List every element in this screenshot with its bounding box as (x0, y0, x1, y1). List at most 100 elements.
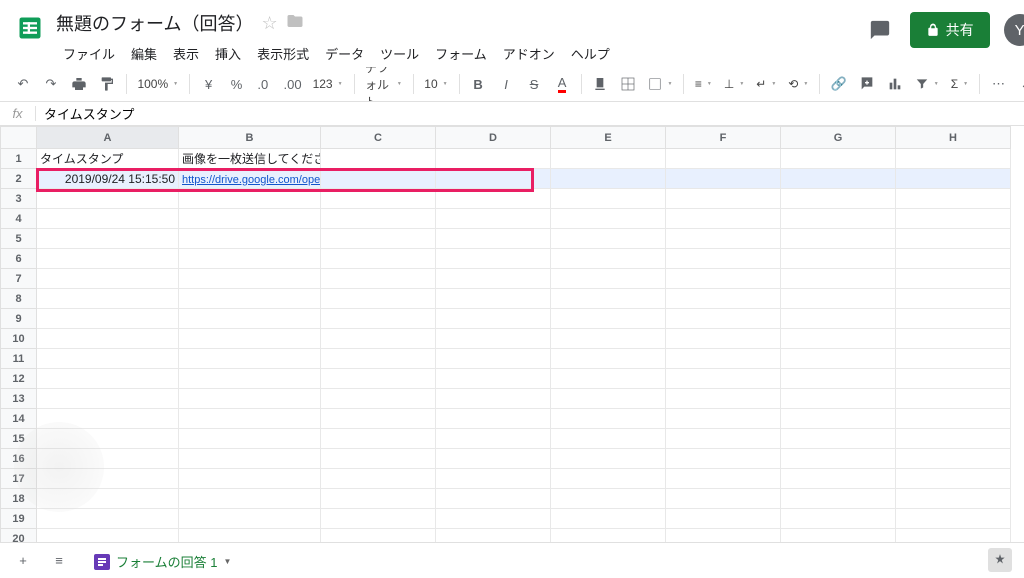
cell-E5[interactable] (551, 229, 666, 249)
cell-G18[interactable] (781, 489, 896, 509)
cell-F17[interactable] (666, 469, 781, 489)
cell-G15[interactable] (781, 429, 896, 449)
decimal-increase-button[interactable]: .00 (280, 71, 306, 97)
menu-format[interactable]: 表示形式 (250, 40, 316, 67)
text-wrap-button[interactable]: ↵ (751, 71, 781, 97)
cell-C13[interactable] (321, 389, 436, 409)
folder-icon[interactable] (286, 12, 304, 35)
cell-A8[interactable] (37, 289, 179, 309)
cell-E8[interactable] (551, 289, 666, 309)
cell-F1[interactable] (666, 149, 781, 169)
cell-C17[interactable] (321, 469, 436, 489)
cell-A6[interactable] (37, 249, 179, 269)
cell-G20[interactable] (781, 529, 896, 543)
cell-A13[interactable] (37, 389, 179, 409)
cell-F12[interactable] (666, 369, 781, 389)
v-align-button[interactable]: ⊥ (719, 71, 749, 97)
cell-B16[interactable] (179, 449, 321, 469)
functions-button[interactable]: Σ (946, 71, 973, 97)
cell-E12[interactable] (551, 369, 666, 389)
cell-E20[interactable] (551, 529, 666, 543)
cell-G2[interactable] (781, 169, 896, 189)
row-header-9[interactable]: 9 (1, 309, 37, 329)
cell-B12[interactable] (179, 369, 321, 389)
cell-C15[interactable] (321, 429, 436, 449)
cell-G11[interactable] (781, 349, 896, 369)
col-header-E[interactable]: E (551, 127, 666, 149)
cell-D2[interactable] (436, 169, 551, 189)
cell-D1[interactable] (436, 149, 551, 169)
cell-D20[interactable] (436, 529, 551, 543)
cell-E15[interactable] (551, 429, 666, 449)
cell-F14[interactable] (666, 409, 781, 429)
cell-D18[interactable] (436, 489, 551, 509)
comments-button[interactable] (864, 14, 896, 46)
link-button[interactable]: 🔗 (826, 71, 852, 97)
cell-B4[interactable] (179, 209, 321, 229)
cell-H8[interactable] (896, 289, 1011, 309)
currency-yen-button[interactable]: ¥ (196, 71, 222, 97)
row-header-4[interactable]: 4 (1, 209, 37, 229)
menu-edit[interactable]: 編集 (124, 40, 164, 67)
cell-G19[interactable] (781, 509, 896, 529)
explore-button[interactable] (988, 548, 1012, 572)
cell-H18[interactable] (896, 489, 1011, 509)
col-header-C[interactable]: C (321, 127, 436, 149)
cell-E17[interactable] (551, 469, 666, 489)
row-header-19[interactable]: 19 (1, 509, 37, 529)
h-align-button[interactable]: ≡ (690, 71, 717, 97)
cell-D12[interactable] (436, 369, 551, 389)
cell-D5[interactable] (436, 229, 551, 249)
col-header-B[interactable]: B (179, 127, 321, 149)
cell-C1[interactable] (321, 149, 436, 169)
cell-G14[interactable] (781, 409, 896, 429)
document-title[interactable]: 無題のフォーム（回答） (56, 10, 253, 36)
account-avatar[interactable]: Y (1004, 14, 1024, 46)
cell-C5[interactable] (321, 229, 436, 249)
cell-C18[interactable] (321, 489, 436, 509)
cell-B5[interactable] (179, 229, 321, 249)
menu-insert[interactable]: 挿入 (208, 40, 248, 67)
cell-B15[interactable] (179, 429, 321, 449)
cell-D7[interactable] (436, 269, 551, 289)
cell-G9[interactable] (781, 309, 896, 329)
cell-F19[interactable] (666, 509, 781, 529)
font-dropdown[interactable]: デフォルト... (360, 71, 407, 97)
cell-C11[interactable] (321, 349, 436, 369)
col-header-G[interactable]: G (781, 127, 896, 149)
row-header-13[interactable]: 13 (1, 389, 37, 409)
bold-button[interactable]: B (465, 71, 491, 97)
cell-H16[interactable] (896, 449, 1011, 469)
cell-F10[interactable] (666, 329, 781, 349)
cell-C19[interactable] (321, 509, 436, 529)
menu-view[interactable]: 表示 (166, 40, 206, 67)
cell-D14[interactable] (436, 409, 551, 429)
row-header-20[interactable]: 20 (1, 529, 37, 543)
row-header-3[interactable]: 3 (1, 189, 37, 209)
cell-A9[interactable] (37, 309, 179, 329)
cell-D15[interactable] (436, 429, 551, 449)
cell-F5[interactable] (666, 229, 781, 249)
row-header-7[interactable]: 7 (1, 269, 37, 289)
cell-C2[interactable] (321, 169, 436, 189)
cell-G10[interactable] (781, 329, 896, 349)
row-header-10[interactable]: 10 (1, 329, 37, 349)
cell-B8[interactable] (179, 289, 321, 309)
more-button[interactable]: ⋯ (986, 71, 1012, 97)
row-header-11[interactable]: 11 (1, 349, 37, 369)
cell-F11[interactable] (666, 349, 781, 369)
cell-E6[interactable] (551, 249, 666, 269)
menu-addons[interactable]: アドオン (496, 40, 562, 67)
formula-input[interactable] (36, 106, 1024, 121)
cell-A20[interactable] (37, 529, 179, 543)
cell-F7[interactable] (666, 269, 781, 289)
cell-E3[interactable] (551, 189, 666, 209)
cell-B18[interactable] (179, 489, 321, 509)
cell-D17[interactable] (436, 469, 551, 489)
cell-F4[interactable] (666, 209, 781, 229)
cell-E2[interactable] (551, 169, 666, 189)
cell-C9[interactable] (321, 309, 436, 329)
cell-G5[interactable] (781, 229, 896, 249)
cell-D19[interactable] (436, 509, 551, 529)
share-button[interactable]: 共有 (910, 12, 990, 48)
